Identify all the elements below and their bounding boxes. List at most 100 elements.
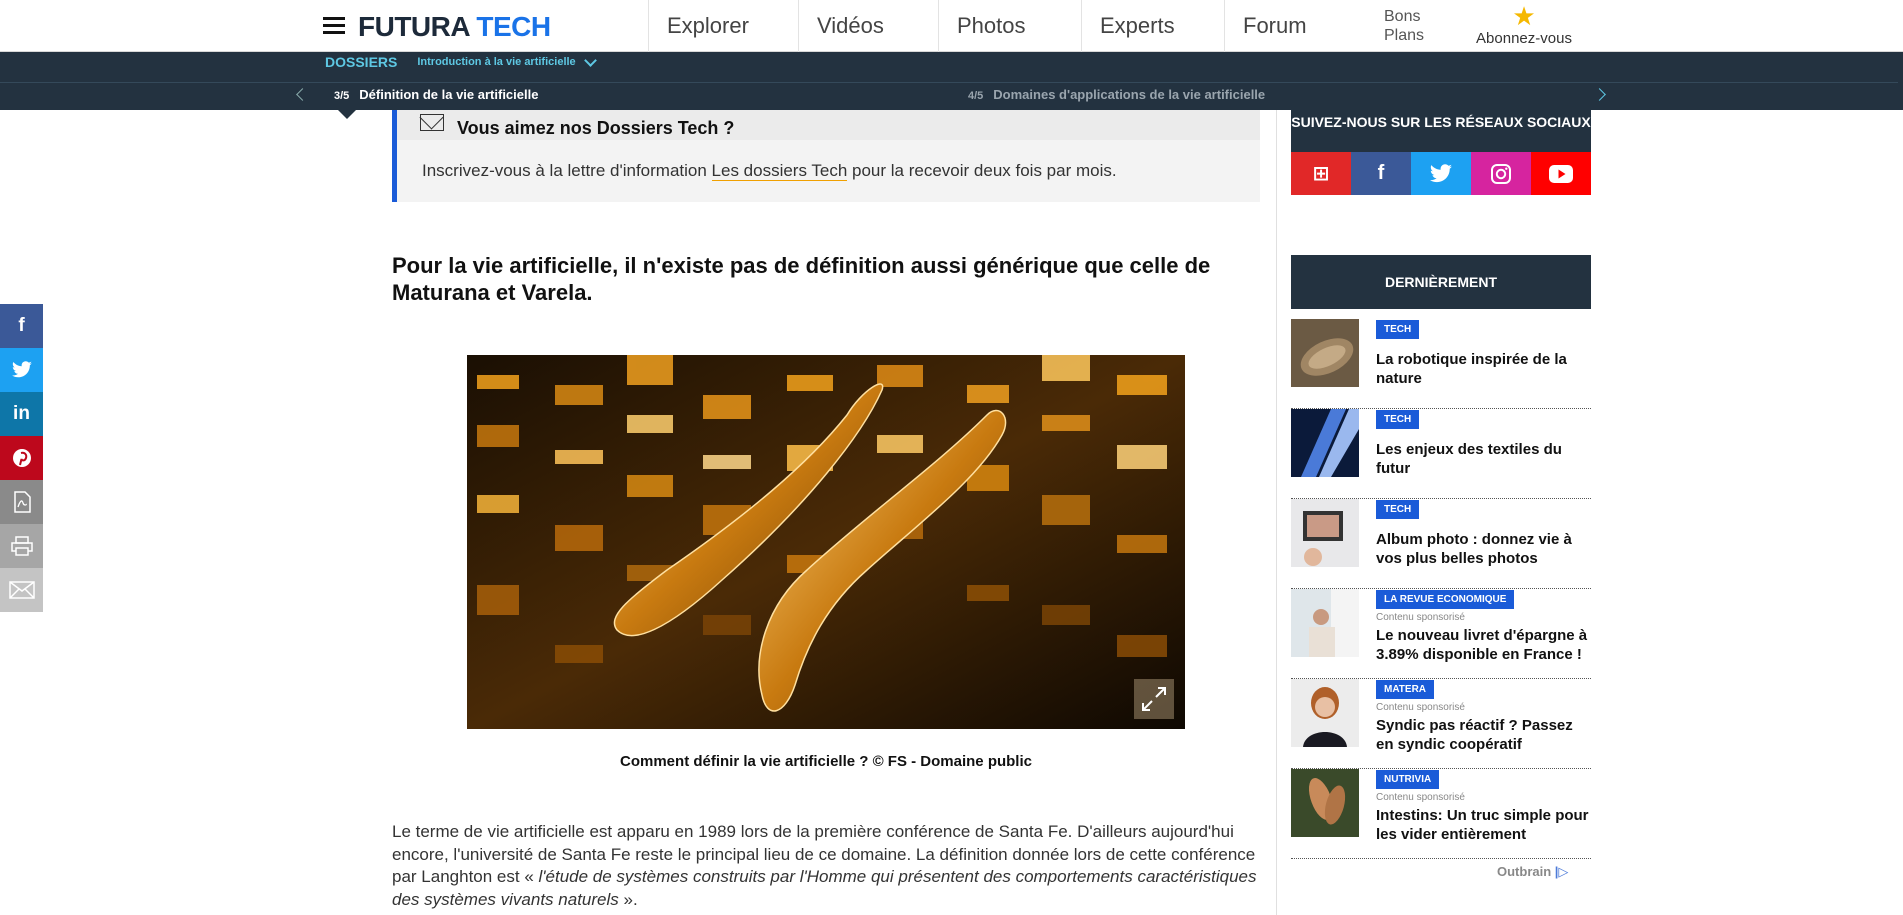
- expand-image-button[interactable]: [1134, 679, 1174, 719]
- current-pointer: [338, 110, 356, 119]
- star-icon: ★: [1512, 1, 1536, 31]
- bons-plans-link[interactable]: Bons Plans: [1384, 7, 1424, 45]
- next-chapter-title: Domaines d'applications de la vie artifi…: [993, 87, 1266, 102]
- recent-thumb: [1291, 319, 1359, 387]
- expand-icon: [1142, 687, 1166, 711]
- share-print-icon[interactable]: [0, 524, 43, 568]
- newsletter-box: Vous aimez nos Dossiers Tech ? Inscrivez…: [392, 110, 1260, 202]
- main-nav: Explorer Vidéos Photos Experts Forum: [648, 0, 1369, 52]
- recent-tag: MATERA: [1376, 680, 1435, 699]
- nav-photos[interactable]: Photos: [938, 0, 1081, 52]
- twitter-icon[interactable]: [1411, 152, 1471, 195]
- nav-videos[interactable]: Vidéos: [798, 0, 938, 52]
- article-lead: Pour la vie artificielle, il n'existe pa…: [392, 253, 1211, 305]
- print-glyph: [10, 536, 33, 556]
- newsletter-link[interactable]: Les dossiers Tech: [711, 161, 848, 181]
- article-image[interactable]: [467, 355, 1185, 729]
- dossier-selector[interactable]: DOSSIERS Introduction à la vie artificie…: [325, 53, 597, 70]
- twitter-bird: [11, 361, 32, 378]
- sponsored-label: Contenu sponsorisé: [1376, 792, 1465, 803]
- next-chapter[interactable]: 4/5 Domaines d'applications de la vie art…: [968, 87, 1265, 102]
- share-facebook-icon[interactable]: f: [0, 304, 43, 348]
- newsletter-text-after: pour la recevoir deux fois par mois.: [847, 161, 1117, 180]
- recent-tag: LA REVUE ECONOMIQUE: [1376, 590, 1515, 609]
- recent-thumb: [1291, 409, 1359, 477]
- bons-line2: Plans: [1384, 27, 1425, 44]
- sponsored-label: Contenu sponsorisé: [1376, 702, 1465, 713]
- instagram-icon[interactable]: [1471, 152, 1531, 195]
- column-divider: [1276, 110, 1277, 915]
- outbrain-label: Outbrain: [1497, 864, 1552, 879]
- recent-thumb: [1291, 679, 1359, 747]
- subscribe-link[interactable]: ★ Abonnez-vous: [1470, 2, 1578, 47]
- current-chapter-title: Définition de la vie artificielle: [359, 87, 539, 102]
- envelope-icon: [420, 114, 444, 131]
- youtube-glyph: [1549, 164, 1573, 183]
- newsletter-text-before: Inscrivez-vous à la lettre d'information: [422, 161, 712, 180]
- dossier-bar: DOSSIERS Introduction à la vie artificie…: [0, 52, 1903, 119]
- nav-explorer[interactable]: Explorer: [648, 0, 798, 52]
- next-chapter-num: 4/5: [968, 90, 984, 102]
- dossier-title: Introduction à la vie artificielle: [417, 56, 576, 68]
- image-caption: Comment définir la vie artificielle ? © …: [620, 753, 1032, 770]
- social-links: ⊞ f: [1291, 152, 1591, 195]
- nav-experts[interactable]: Experts: [1081, 0, 1224, 52]
- newsletter-header: Vous aimez nos Dossiers Tech ?: [397, 110, 1260, 140]
- logo-tech: TECH: [476, 11, 551, 42]
- body-end: ».: [618, 889, 638, 909]
- recent-tag: NUTRIVIA: [1376, 770, 1440, 789]
- recent-title: Les enjeux des textiles du futur: [1376, 441, 1562, 477]
- current-chapter-num: 3/5: [334, 90, 350, 102]
- facebook-icon[interactable]: f: [1351, 152, 1411, 195]
- recent-item[interactable]: LA REVUE ECONOMIQUE Contenu sponsorisé L…: [1291, 589, 1591, 679]
- chromosome-illustration: [467, 355, 1185, 729]
- chevron-left-icon[interactable]: [296, 88, 309, 101]
- outbrain-logo[interactable]: Outbrain |▷: [1497, 864, 1568, 880]
- recent-thumb: [1291, 769, 1359, 837]
- chapter-nav: 3/5 Définition de la vie artificielle 4/5…: [0, 82, 1903, 110]
- share-linkedin-icon[interactable]: in: [0, 392, 43, 436]
- share-pdf-icon[interactable]: [0, 480, 43, 524]
- newsletter-text: Inscrivez-vous à la lettre d'information…: [422, 161, 1117, 181]
- recent-title: Intestins: Un truc simple pour les vider…: [1376, 807, 1589, 843]
- chevron-right-icon[interactable]: [1593, 88, 1606, 101]
- recent-item[interactable]: MATERA Contenu sponsorisé Syndic pas réa…: [1291, 679, 1591, 769]
- flipboard-icon[interactable]: ⊞: [1291, 152, 1351, 195]
- chevron-down-icon[interactable]: [583, 53, 597, 67]
- subscribe-label: Abonnez-vous: [1476, 30, 1572, 47]
- site-logo[interactable]: FUTURA TECH: [358, 11, 551, 43]
- dossier-label: DOSSIERS: [325, 54, 398, 70]
- menu-icon[interactable]: [323, 17, 345, 35]
- recent-title: Le nouveau livret d'épargne à 3.89% disp…: [1376, 627, 1588, 663]
- site-header: FUTURA TECH Explorer Vidéos Photos Exper…: [0, 0, 1903, 52]
- share-twitter-icon[interactable]: [0, 348, 43, 392]
- recent-tag: TECH: [1376, 500, 1420, 519]
- article-body: Le terme de vie artificielle est apparu …: [392, 821, 1258, 911]
- share-mail-icon[interactable]: [0, 568, 43, 612]
- twitter-bird: [1430, 163, 1452, 182]
- recent-item[interactable]: TECH La robotique inspirée de la nature: [1291, 319, 1591, 409]
- share-pinterest-icon[interactable]: [0, 436, 43, 480]
- recent-item[interactable]: NUTRIVIA Contenu sponsorisé Intestins: U…: [1291, 769, 1591, 859]
- sponsored-label: Contenu sponsorisé: [1376, 612, 1465, 623]
- scrollbar[interactable]: [1898, 52, 1903, 110]
- recent-title: Syndic pas réactif ? Passez en syndic co…: [1376, 717, 1573, 753]
- recent-item[interactable]: TECH Les enjeux des textiles du futur: [1291, 409, 1591, 499]
- youtube-icon[interactable]: [1531, 152, 1591, 195]
- recent-title: Album photo : donnez vie à vos plus bell…: [1376, 531, 1572, 567]
- pinterest-glyph: [12, 449, 31, 467]
- nav-forum[interactable]: Forum: [1224, 0, 1369, 52]
- newsletter-title: Vous aimez nos Dossiers Tech ?: [457, 118, 735, 138]
- bons-line1: Bons: [1384, 8, 1421, 25]
- outbrain-icon: |▷: [1554, 864, 1569, 879]
- current-chapter[interactable]: 3/5 Définition de la vie artificielle: [334, 87, 538, 102]
- logo-futura: FUTURA: [358, 11, 470, 42]
- pdf-glyph: [13, 491, 31, 513]
- recent-item[interactable]: TECH Album photo : donnez vie à vos plus…: [1291, 499, 1591, 589]
- recent-thumb: [1291, 499, 1359, 567]
- mail-glyph: [8, 581, 35, 599]
- social-header: SUIVEZ-NOUS SUR LES RÉSEAUX SOCIAUX: [1291, 110, 1591, 152]
- recent-tag: TECH: [1376, 410, 1420, 429]
- recent-title: La robotique inspirée de la nature: [1376, 351, 1567, 387]
- instagram-glyph: [1491, 163, 1511, 184]
